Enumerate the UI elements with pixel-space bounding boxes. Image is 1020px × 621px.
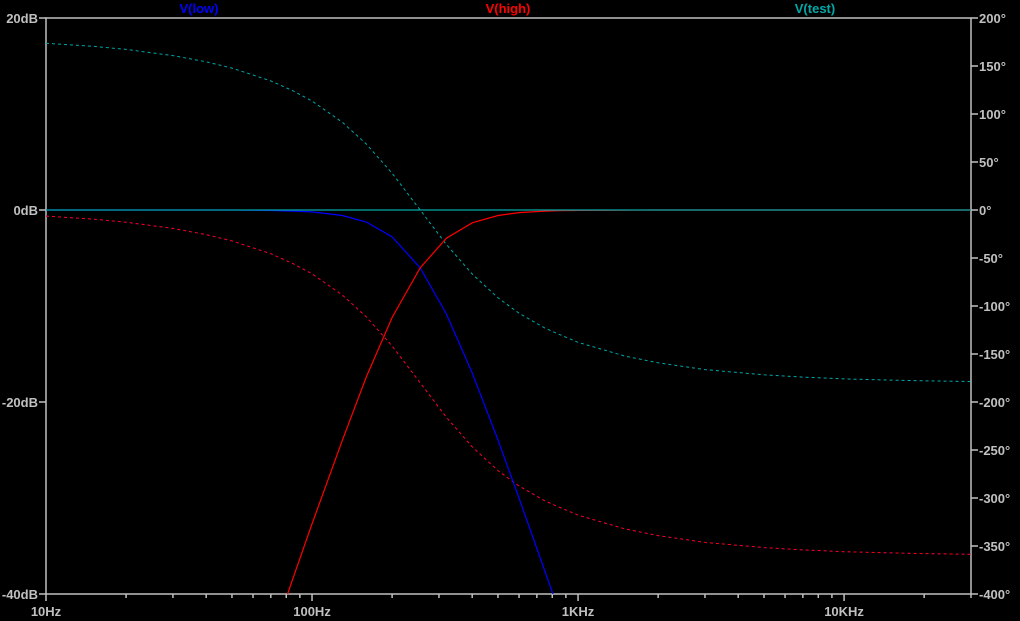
legend-v-test[interactable]: V(test) [795,1,835,16]
y-left-tick-label: -40dB [2,587,38,602]
x-tick-label: 100Hz [293,604,331,619]
y-right-tick-label: -100° [979,299,1010,314]
y-right-tick-label: -150° [979,347,1010,362]
y-right-tick-label: -350° [979,539,1010,554]
y-right-tick-label: 50° [979,155,999,170]
bode-plot: V(low) V(high) V(test) 20dB 0dB -20dB -40dB… [2,1,1010,619]
phase-curve-vhigh [45,215,972,555]
legend: V(low) V(high) V(test) [180,1,836,16]
y-right-tick-label: 200° [979,11,1006,26]
y-left-tick-label: -20dB [2,395,38,410]
y-left-tick-label: 20dB [6,11,38,26]
curves [45,42,972,595]
y-right-tick-label: -400° [979,587,1010,602]
legend-v-low[interactable]: V(low) [180,1,219,16]
x-tick-label: 1KHz [562,604,595,619]
y-right-tick-label: 100° [979,107,1006,122]
y-right-tick-label: -200° [979,395,1010,410]
axes: 20dB 0dB -20dB -40dB 200° 150° 100° 50° 0° -50° -1… [2,11,1010,619]
y-right-tick-label: 0° [979,203,991,218]
y-right-tick-label: -250° [979,443,1010,458]
y-right-tick-label: -300° [979,491,1010,506]
phase-curve-vtest [45,42,972,382]
x-tick-label: 10KHz [824,604,864,619]
y-left-tick-label: 0dB [13,203,38,218]
phase-curve-vlow [45,215,972,555]
x-tick-label: 10Hz [31,604,62,619]
y-right-tick-label: 150° [979,59,1006,74]
y-right-tick-label: -50° [979,251,1003,266]
legend-v-high[interactable]: V(high) [486,1,531,16]
magnitude-curve-vhigh [287,209,971,595]
